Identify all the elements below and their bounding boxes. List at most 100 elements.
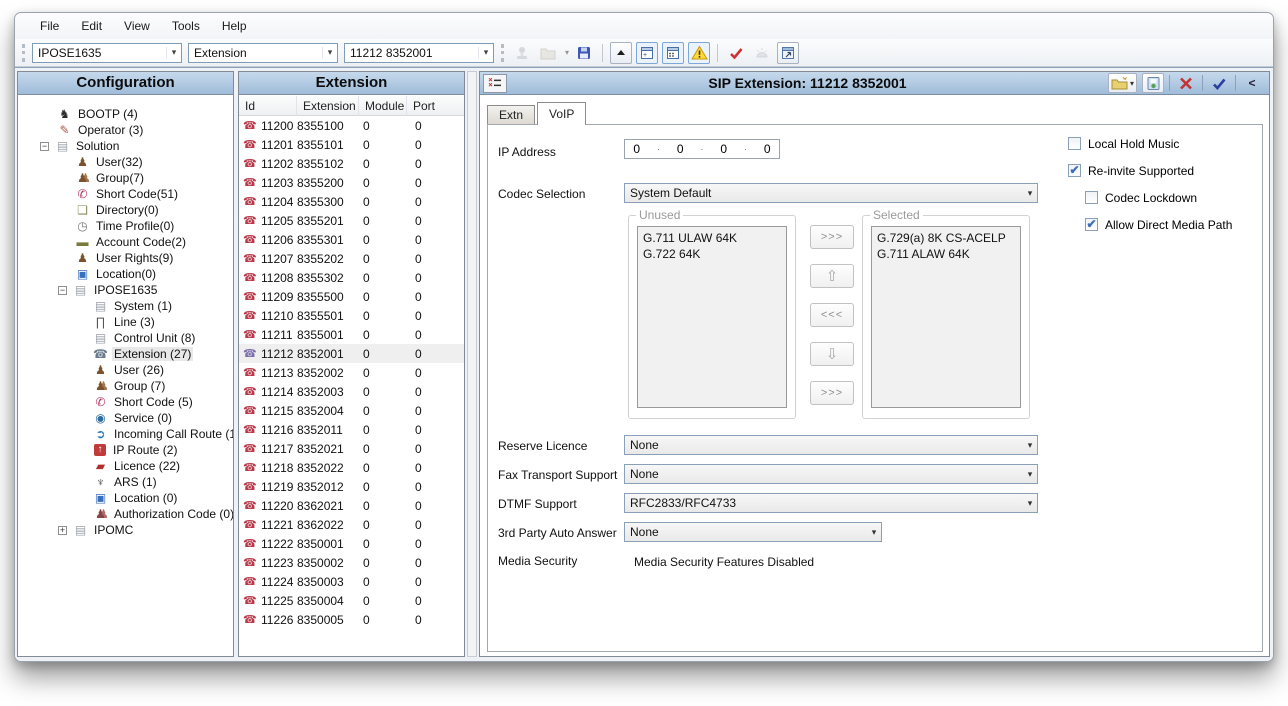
extension-row-11205[interactable]: ☎11205835520100	[239, 211, 464, 230]
show-details-pane-icon[interactable]	[662, 42, 684, 64]
move-up-button[interactable]: ⇧	[810, 264, 854, 288]
tree-item-extension-27[interactable]: ☎Extension (27)	[18, 346, 233, 362]
tree-item-licence-22[interactable]: ▰Licence (22)	[18, 458, 233, 474]
tab-voip[interactable]: VoIP	[537, 102, 586, 125]
delete-button[interactable]	[1175, 73, 1197, 93]
extension-row-11226[interactable]: ☎11226835000500	[239, 610, 464, 629]
extension-row-11212[interactable]: ☎11212835200100	[239, 344, 464, 363]
ip-address-field[interactable]: 0·0·0·0	[624, 139, 780, 159]
tree-item-account-code-2[interactable]: ▬Account Code(2)	[18, 234, 233, 250]
menu-item-help[interactable]: Help	[211, 15, 258, 37]
extension-row-11211[interactable]: ☎11211835500100	[239, 325, 464, 344]
extension-row-11210[interactable]: ☎11210835550100	[239, 306, 464, 325]
selected-codecs-list[interactable]: G.729(a) 8K CS-ACELPG.711 ALAW 64K	[871, 226, 1021, 408]
menu-item-edit[interactable]: Edit	[70, 15, 113, 37]
tree-item-line-3[interactable]: ∏Line (3)	[18, 314, 233, 330]
extension-row-11200[interactable]: ☎11200835510000	[239, 116, 464, 135]
tree-item-group-7[interactable]: ♟Group(7)	[18, 170, 233, 186]
tree-item-ipose1635[interactable]: −▤IPOSE1635	[18, 282, 233, 298]
ip-octet[interactable]: 0	[720, 142, 727, 156]
extension-row-11216[interactable]: ☎11216835201100	[239, 420, 464, 439]
column-header-port[interactable]: Port	[407, 96, 464, 116]
extension-row-11218[interactable]: ☎11218835202200	[239, 458, 464, 477]
tree-item-incoming-call-route-15[interactable]: ➲Incoming Call Route (15)	[18, 426, 233, 442]
extension-row-11201[interactable]: ☎11201835510100	[239, 135, 464, 154]
extension-row-11225[interactable]: ☎11225835000400	[239, 591, 464, 610]
tree-item-bootp-4[interactable]: ♞BOOTP (4)	[18, 106, 233, 122]
tree-item-short-code-51[interactable]: ✆Short Code(51)	[18, 186, 233, 202]
checkbox-re-invite-supported[interactable]: ✔	[1068, 164, 1081, 177]
extension-row-11206[interactable]: ☎11206835530100	[239, 230, 464, 249]
validate-icon[interactable]	[725, 42, 747, 64]
tree-item-user-32[interactable]: ♟User(32)	[18, 154, 233, 170]
extension-row-11217[interactable]: ☎11217835202100	[239, 439, 464, 458]
checkbox-local-hold-music[interactable]	[1068, 137, 1081, 150]
extension-row-11219[interactable]: ☎11219835201200	[239, 477, 464, 496]
tree-item-system-1[interactable]: ▤System (1)	[18, 298, 233, 314]
codec-item[interactable]: G.711 ULAW 64K	[643, 230, 781, 246]
extension-row-11221[interactable]: ☎11221836202200	[239, 515, 464, 534]
tree-item-location-0[interactable]: ▣Location (0)	[18, 490, 233, 506]
fax-transport-combo[interactable]: None▾	[624, 464, 1038, 484]
tree-item-solution[interactable]: −▤Solution	[18, 138, 233, 154]
tab-extn[interactable]: Extn	[487, 105, 535, 124]
tree-item-ars-1[interactable]: ♆ARS (1)	[18, 474, 233, 490]
extension-row-11222[interactable]: ☎11222835000100	[239, 534, 464, 553]
tree-expander-icon[interactable]: −	[40, 142, 49, 151]
unused-codecs-list[interactable]: G.711 ULAW 64KG.722 64K	[637, 226, 787, 408]
menu-item-view[interactable]: View	[113, 15, 161, 37]
new-entry-button[interactable]: ▾	[1108, 73, 1137, 93]
extension-row-11207[interactable]: ☎11207835520200	[239, 249, 464, 268]
send-config-icon[interactable]	[511, 42, 533, 64]
extension-row-11203[interactable]: ☎11203835520000	[239, 173, 464, 192]
codec-item[interactable]: G.729(a) 8K CS-ACELP	[877, 230, 1015, 246]
tree-item-short-code-5[interactable]: ✆Short Code (5)	[18, 394, 233, 410]
tree-item-ipomc[interactable]: +▤IPOMC	[18, 522, 233, 538]
tree-item-user-rights-9[interactable]: ♟User Rights(9)	[18, 250, 233, 266]
extension-row-11208[interactable]: ☎11208835530200	[239, 268, 464, 287]
collapse-all-icon[interactable]	[610, 42, 632, 64]
tree-item-user-26[interactable]: ♟User (26)	[18, 362, 233, 378]
reserve-licence-combo[interactable]: None▾	[624, 435, 1038, 455]
column-header-extension[interactable]: Extension	[297, 96, 359, 116]
tree-item-authorization-code-0[interactable]: ♟Authorization Code (0)	[18, 506, 233, 522]
extension-row-11202[interactable]: ☎11202835510200	[239, 154, 464, 173]
menu-item-tools[interactable]: Tools	[161, 15, 211, 37]
entity-type-combo[interactable]: Extension▾	[188, 43, 338, 63]
show-error-pane-icon[interactable]	[688, 42, 710, 64]
column-header-id[interactable]: Id	[239, 96, 297, 116]
show-group-pane-icon[interactable]: +	[636, 42, 658, 64]
auto-answer-combo[interactable]: None▾	[624, 522, 882, 542]
tree-item-ip-route-2[interactable]: ↑IP Route (2)	[18, 442, 233, 458]
export-button[interactable]	[1142, 73, 1164, 93]
checkbox-codec-lockdown[interactable]	[1085, 191, 1098, 204]
open-file-icon[interactable]	[537, 42, 559, 64]
extension-row-11220[interactable]: ☎11220836202100	[239, 496, 464, 515]
move-down-button[interactable]: ⇩	[810, 342, 854, 366]
extension-row-11209[interactable]: ☎11209835550000	[239, 287, 464, 306]
system-combo[interactable]: IPOSE1635▾	[32, 43, 182, 63]
extension-row-11223[interactable]: ☎11223835000200	[239, 553, 464, 572]
extension-row-11213[interactable]: ☎11213835200200	[239, 363, 464, 382]
move-left-button[interactable]: <<<	[810, 303, 854, 327]
offline-icon[interactable]	[751, 42, 773, 64]
entity-combo[interactable]: 11212 8352001▾	[344, 43, 494, 63]
scrollbar-track[interactable]	[467, 71, 477, 657]
tree-item-time-profile-0[interactable]: ◷Time Profile(0)	[18, 218, 233, 234]
ip-octet[interactable]: 0	[677, 142, 684, 156]
tree-item-group-7[interactable]: ♟Group (7)	[18, 378, 233, 394]
tree-item-location-0[interactable]: ▣Location(0)	[18, 266, 233, 282]
move-right-bottom-button[interactable]: >>>	[810, 381, 854, 405]
extension-row-11214[interactable]: ☎11214835200300	[239, 382, 464, 401]
codec-item[interactable]: G.722 64K	[643, 246, 781, 262]
open-file-caret-icon[interactable]: ▾	[565, 48, 569, 57]
title-icon-button[interactable]	[483, 74, 507, 93]
checkbox-allow-direct-media-path[interactable]: ✔	[1085, 218, 1098, 231]
extension-row-11215[interactable]: ☎11215835200400	[239, 401, 464, 420]
tree-item-control-unit-8[interactable]: ▤Control Unit (8)	[18, 330, 233, 346]
extension-row-11224[interactable]: ☎11224835000300	[239, 572, 464, 591]
ip-octet[interactable]: 0	[633, 142, 640, 156]
dtmf-support-combo[interactable]: RFC2833/RFC4733▾	[624, 493, 1038, 513]
move-right-top-button[interactable]: >>>	[810, 225, 854, 249]
tree-item-directory-0[interactable]: ❏Directory(0)	[18, 202, 233, 218]
